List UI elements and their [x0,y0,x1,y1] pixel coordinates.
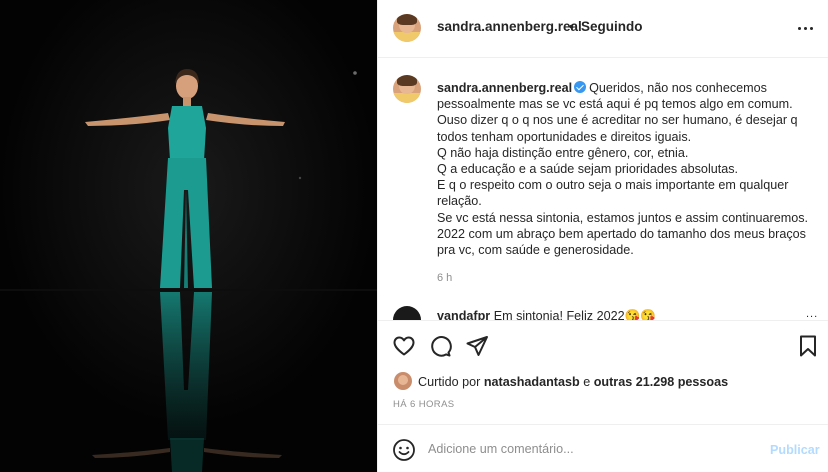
caption-author[interactable]: sandra.annenberg.real [437,81,572,95]
likes-prefix: Curtido por [418,375,481,389]
bookmark-icon[interactable] [796,334,820,358]
caption-line: relação. [437,194,482,209]
following-button[interactable]: Seguindo [581,19,643,34]
publish-button[interactable]: Publicar [770,443,820,457]
commenter-username[interactable]: vandafpr [437,309,490,320]
comment-composer: Publicar [378,424,828,472]
commenter-avatar[interactable] [393,306,421,320]
caption-line: Queridos, não nos conhecemos [589,81,767,95]
author-avatar[interactable] [393,14,421,42]
caption-line: 2022 com um abraço bem apertado do taman… [437,226,806,241]
likes-others[interactable]: outras 21.298 pessoas [594,375,728,389]
comment-body: Em sintonia! Feliz 2022😘😘 [493,309,656,320]
separator-dot: • [569,19,574,34]
comments-area[interactable]: sandra.annenberg.real Queridos, não nos c… [378,58,828,320]
post-timestamp[interactable]: HÁ 6 HORAS [393,399,455,410]
caption-line: Q não haja distinção entre gênero, cor, … [437,145,689,160]
comment-bubble-icon[interactable] [428,334,452,358]
emoji-smile-icon[interactable] [392,438,416,462]
more-horizontal-icon[interactable] [796,20,816,36]
post-image[interactable] [0,0,377,472]
caption-line: pra vc, com saúde e generosidade. [437,243,634,258]
caption-line: Se vc está nessa sintonia, estamos junto… [437,210,808,225]
caption-line: Q a educação e a saúde sejam prioridades… [437,162,739,177]
caption-author-avatar[interactable] [393,75,421,103]
post-sidebar: sandra.annenberg.real • Seguindo sandra.… [377,0,828,472]
post-header: sandra.annenberg.real • Seguindo [378,0,828,58]
caption-line: todos tenham oportunidades e direitos ig… [437,129,692,144]
caption-line: Ouso dizer q o q nos une é acreditar no … [437,113,798,128]
stage-photo [0,0,377,472]
liker-avatar[interactable] [394,372,412,390]
comment-input[interactable] [428,437,758,461]
liker-username[interactable]: natashadantasb [484,375,580,389]
paper-plane-icon[interactable] [465,334,489,358]
verified-badge-icon [574,81,587,93]
likes-summary: Curtido por natashadantasb e outras 21.2… [378,368,828,394]
likes-connector: e [583,375,591,389]
heart-icon[interactable] [392,334,416,358]
comment-text: vandafpr Em sintonia! Feliz 2022😘😘 [437,309,656,320]
caption-text: sandra.annenberg.real Queridos, não nos c… [437,80,817,258]
action-bar [378,320,828,368]
likes-text: Curtido por natashadantasb e outras 21.2… [418,375,728,389]
caption-line: E q o respeito com o outro seja o mais i… [437,178,789,193]
comment-options[interactable]: ... [806,308,818,320]
caption-line: pessoalmente mas se vc está aqui é pq te… [437,97,793,112]
author-username[interactable]: sandra.annenberg.real [437,19,582,34]
caption-time[interactable]: 6 h [437,272,452,284]
